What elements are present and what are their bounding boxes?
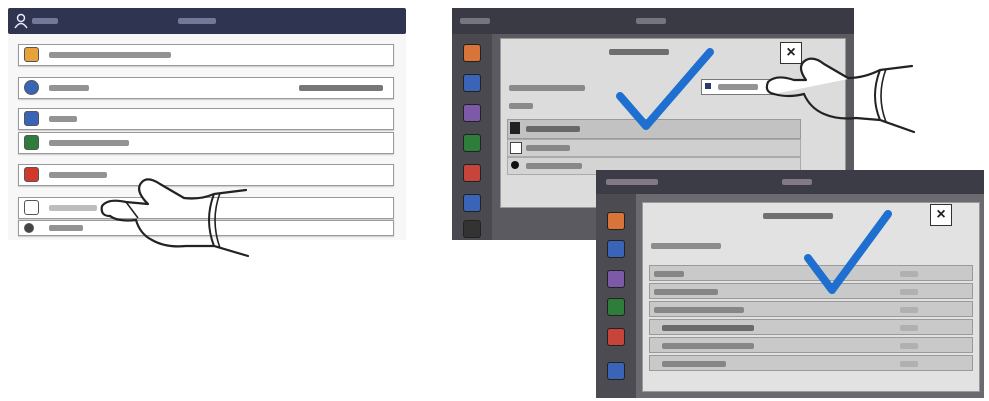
row-value [900,361,918,367]
app-sidebar [596,194,636,398]
list-item-label [49,225,83,231]
row-label [526,163,582,169]
app-icon-blue[interactable] [463,74,481,92]
printer-icon [24,167,39,182]
screen-header [596,170,984,194]
app-icon-purple[interactable] [607,270,625,288]
app-icon-dark[interactable] [463,220,481,238]
server-icon [24,200,39,215]
list-row[interactable] [649,355,973,371]
row-icon [510,142,522,154]
list-item[interactable] [18,132,394,154]
list-item-label [49,85,89,91]
app-icon-orange[interactable] [463,44,481,62]
row-label [654,289,718,295]
row-label [654,271,684,277]
row-label [662,343,754,349]
screen-title [782,179,812,185]
section-label [509,103,533,109]
app-sidebar [452,34,492,240]
row-icon [510,122,520,134]
app-icon-blue[interactable] [607,240,625,258]
list-item-label [49,116,77,122]
field-label [509,85,585,91]
row-value [900,325,918,331]
app-icon-green[interactable] [463,134,481,152]
user-label [32,18,58,24]
screen-header [452,8,854,34]
user-icon[interactable] [14,13,28,29]
app-icon-blue[interactable] [463,194,481,212]
row-label [526,126,580,132]
list-item-label [49,52,171,58]
list-row[interactable] [649,301,973,317]
dialog-screen-two: × [596,170,984,398]
user-label [606,179,658,185]
list-row[interactable] [649,337,973,353]
checkmark-icon [804,210,892,294]
app-icon-orange[interactable] [607,212,625,230]
gear-icon [24,223,34,233]
screen-title [178,18,216,24]
list-row[interactable] [649,319,973,335]
app-icon-blue[interactable] [607,362,625,380]
row-label [654,307,744,313]
app-icon-purple[interactable] [463,104,481,122]
screen-header [8,8,406,34]
row-value [900,343,918,349]
tapping-hand-icon [765,57,916,134]
user-label [460,18,490,24]
row-label [526,145,570,151]
list-item-label [49,140,129,146]
checkmark-icon [616,48,714,130]
screen-title [636,18,666,24]
row-label [662,325,754,331]
app-icon-red[interactable] [607,328,625,346]
row-value [900,289,918,295]
field-label [651,243,721,249]
list-item[interactable] [18,77,394,99]
document-icon [24,47,39,62]
contact-icon [24,135,39,150]
close-button[interactable]: × [930,204,952,226]
list-item-value [299,85,383,91]
app-icon-green[interactable] [607,298,625,316]
row-icon [511,161,519,169]
row-label [662,361,726,367]
globe-icon [24,80,39,95]
list-item[interactable] [18,108,394,130]
row-value [900,271,918,277]
row-value [900,307,918,313]
tapping-hand-icon [100,178,250,258]
badge-icon [24,111,39,126]
list-item[interactable] [18,44,394,66]
app-icon-red[interactable] [463,164,481,182]
list-item-label [49,205,97,211]
